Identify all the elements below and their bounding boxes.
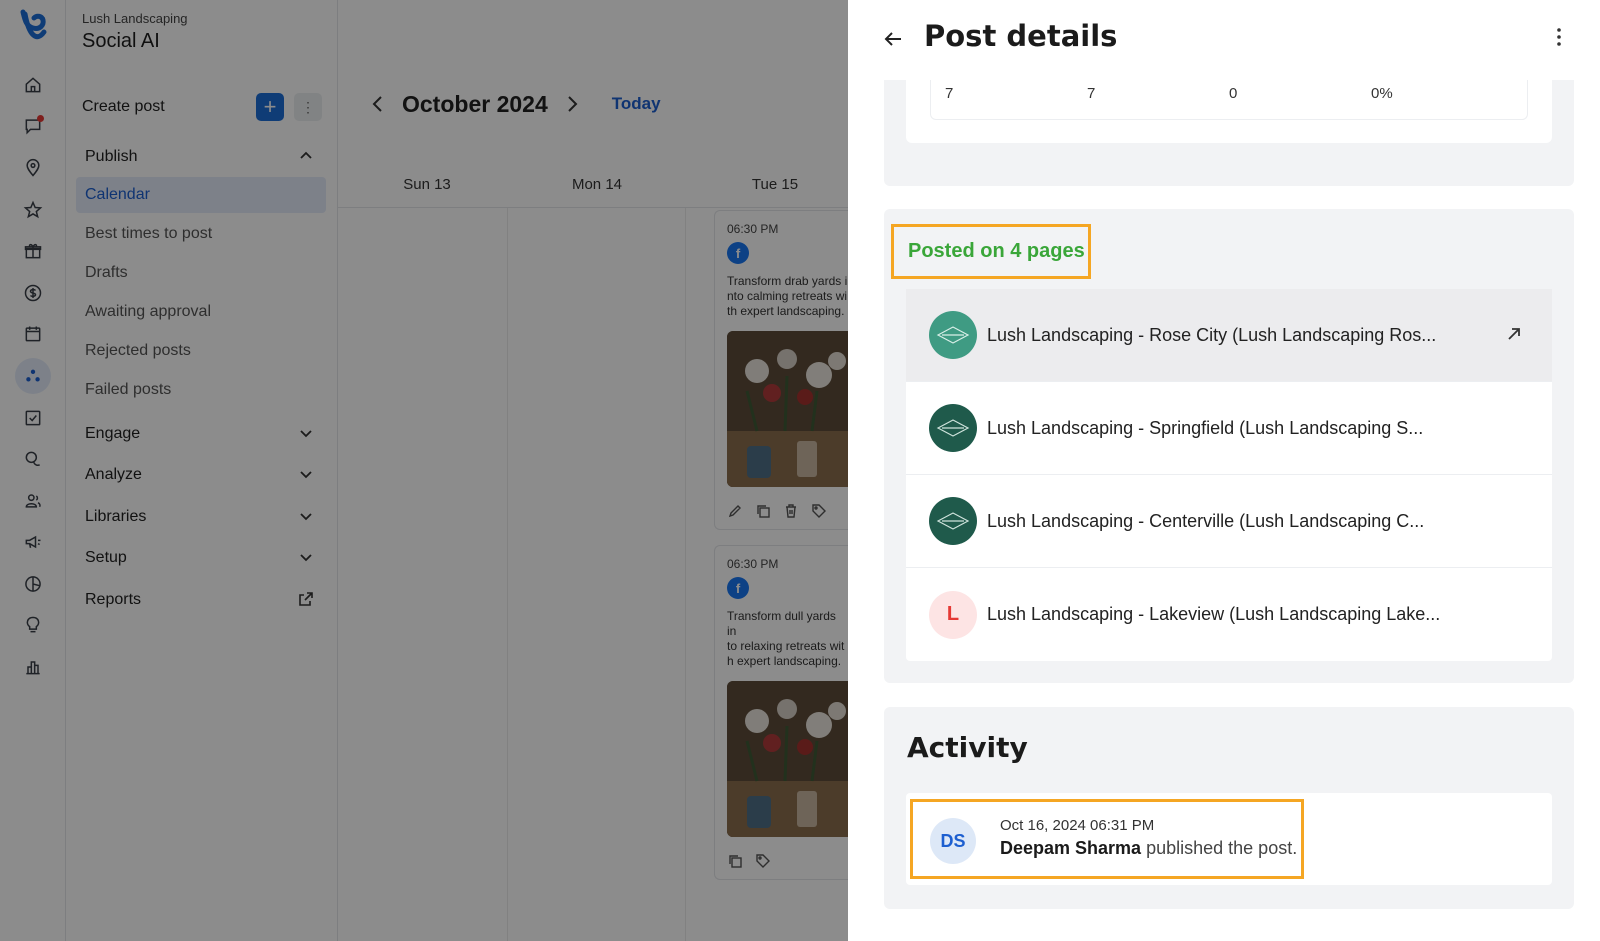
page-logo-icon [929, 404, 977, 452]
page-row[interactable]: Lush Landscaping - Rose City (Lush Lands… [906, 289, 1552, 382]
page-row[interactable]: L Lush Landscaping - Lakeview (Lush Land… [906, 568, 1552, 661]
posted-on-pages-heading: Posted on 4 pages [891, 224, 1091, 279]
page-row[interactable]: Lush Landscaping - Springfield (Lush Lan… [906, 382, 1552, 475]
pages-list: Lush Landscaping - Rose City (Lush Lands… [906, 289, 1552, 661]
more-options-icon[interactable] [1548, 26, 1570, 48]
page-name: Lush Landscaping - Centerville (Lush Lan… [987, 510, 1425, 531]
page-avatar-letter: L [929, 590, 977, 639]
activity-title: Activity [907, 731, 1028, 764]
panel-header: Post details [848, 0, 1600, 80]
open-external-icon[interactable] [1504, 324, 1524, 344]
activity-text: Deepam Sharma published the post. [1000, 838, 1297, 859]
back-arrow-icon[interactable] [882, 28, 904, 50]
stat-value: 0 [1229, 85, 1238, 102]
page-logo-icon [929, 311, 977, 359]
page-name: Lush Landscaping - Springfield (Lush Lan… [987, 417, 1424, 438]
user-avatar: DS [930, 818, 976, 864]
activity-item: DS Oct 16, 2024 06:31 PM Deepam Sharma p… [906, 793, 1552, 885]
activity-action: published the post. [1146, 838, 1298, 858]
page-name: Lush Landscaping - Rose City (Lush Lands… [987, 324, 1437, 345]
stat-value: 7 [1087, 85, 1096, 102]
stat-value: 7 [945, 85, 954, 102]
page-logo-icon [929, 497, 977, 545]
page-row[interactable]: Lush Landscaping - Centerville (Lush Lan… [906, 475, 1552, 568]
stat-value: 0% [1371, 85, 1393, 102]
panel-title: Post details [924, 19, 1118, 53]
modal-backdrop[interactable] [0, 0, 848, 941]
activity-highlight: DS Oct 16, 2024 06:31 PM Deepam Sharma p… [910, 799, 1304, 879]
activity-user: Deepam Sharma [1000, 838, 1142, 858]
page-name: Lush Landscaping - Lakeview (Lush Landsc… [987, 604, 1441, 624]
post-details-panel: 7 7 0 0% Posted on 4 pages Lush Landscap… [848, 0, 1600, 941]
activity-time: Oct 16, 2024 06:31 PM [1000, 817, 1155, 834]
activity-section: Activity DS Oct 16, 2024 06:31 PM Deepam… [884, 707, 1574, 909]
posted-pages-section: Posted on 4 pages Lush Landscaping - Ros… [884, 209, 1574, 683]
